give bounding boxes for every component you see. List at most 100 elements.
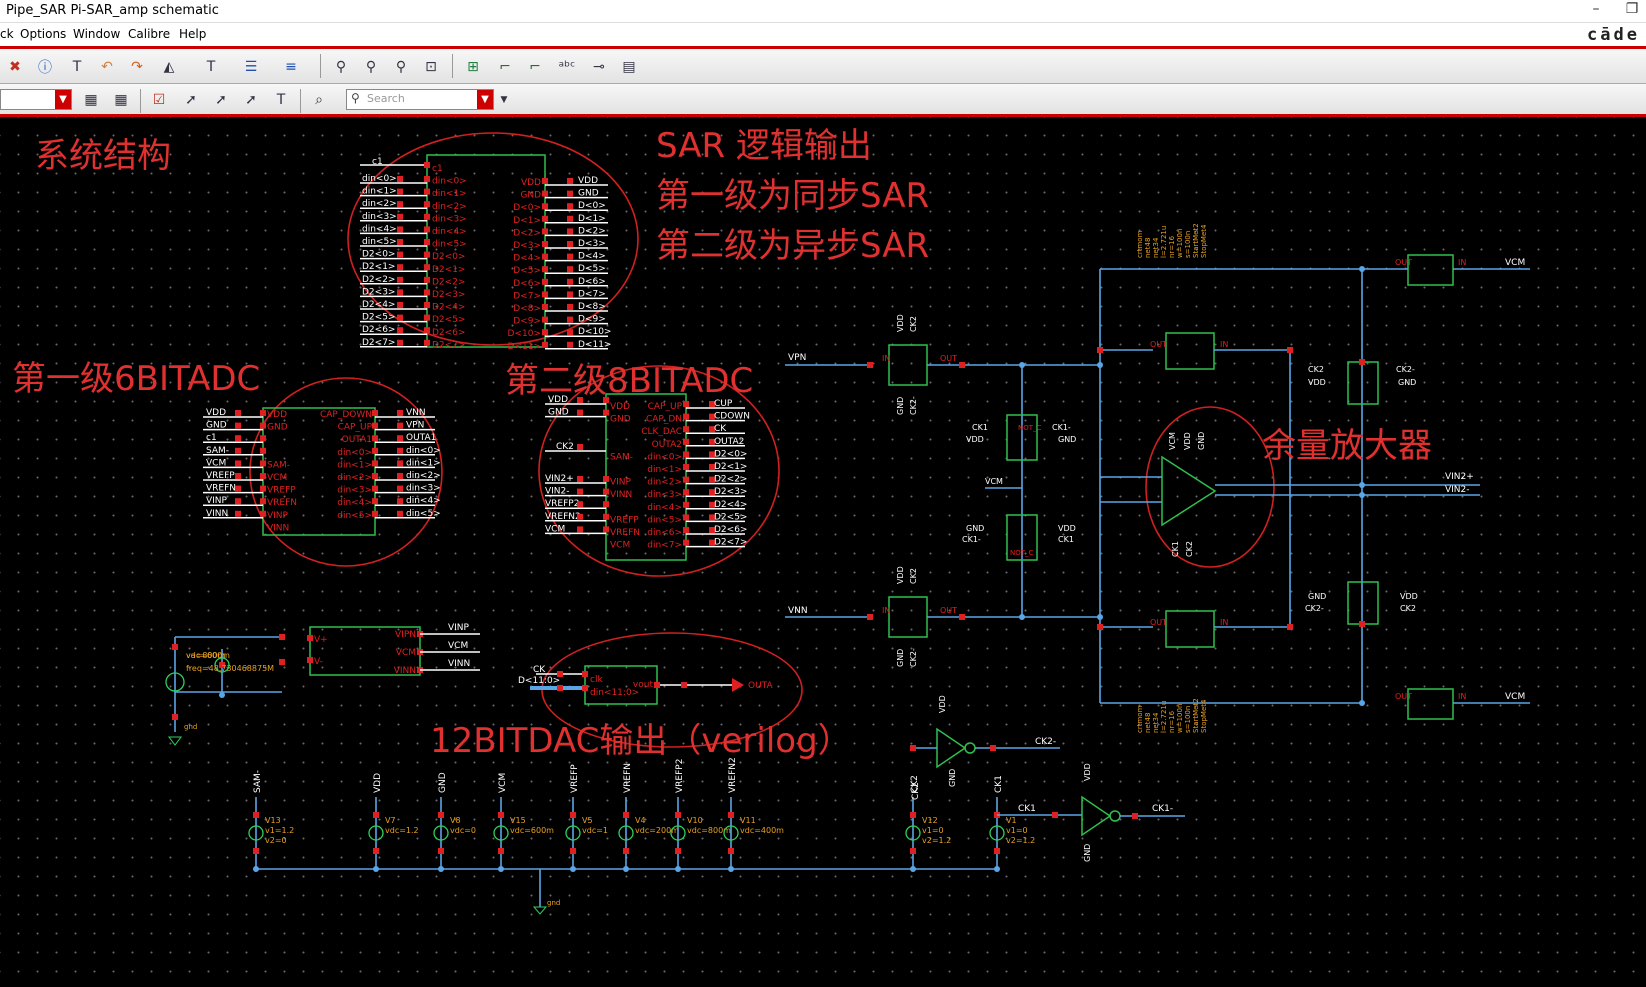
adc2-pin-label: din<5> — [647, 515, 682, 525]
pin-marker — [397, 188, 403, 195]
pin-marker — [867, 614, 873, 620]
note-stage2-adc: 第二级8BITADC — [505, 361, 754, 401]
distribute-icon[interactable]: ≡ — [278, 54, 304, 80]
zoom-in-icon[interactable]: ⚲ — [328, 54, 354, 80]
redo-icon[interactable]: ↷ — [124, 54, 150, 80]
chevron-down-icon[interactable]: ▼ — [477, 90, 493, 109]
balun-net-label: VINN — [448, 659, 470, 669]
inverter-net-label: VDD — [938, 695, 947, 713]
shape-icon[interactable]: ◭ — [156, 54, 182, 80]
select-icon[interactable]: ➚ — [178, 87, 204, 113]
switch-pin-label: IN — [1220, 340, 1228, 349]
undo-icon[interactable]: ↶ — [94, 54, 120, 80]
delete-icon[interactable]: ✖ — [2, 54, 28, 80]
note-icon[interactable]: ▤ — [616, 54, 642, 80]
search-input[interactable]: ⚲ Search ▼ — [346, 89, 494, 110]
wire-narrow-icon[interactable]: ⌐ — [522, 54, 548, 80]
select-text-icon[interactable]: T — [268, 87, 294, 113]
minimize-button[interactable]: – — [1582, 1, 1610, 17]
sar-pin-label: din<3> — [432, 214, 467, 224]
source-param-label: vdc=0 — [450, 826, 476, 835]
hierarchy-stop-icon[interactable]: ▦ — [108, 87, 134, 113]
adc2-pin-label: din<2> — [647, 478, 682, 488]
zoom-fit-icon[interactable]: ⚲ — [388, 54, 414, 80]
text-property-icon[interactable]: T — [64, 54, 90, 80]
pin-marker — [567, 341, 573, 348]
switch-pin-label: OUT — [1150, 340, 1167, 349]
wire-icon[interactable]: ⌐ — [492, 54, 518, 80]
pin-marker — [397, 327, 403, 334]
adc2-pin-label: VREFN — [610, 528, 640, 538]
align-icon[interactable]: ☰ — [238, 54, 264, 80]
menu-item-calibre[interactable]: Calibre — [128, 27, 170, 41]
adc2-pin-label: VINN — [610, 490, 632, 500]
pin-marker — [910, 848, 916, 854]
dac-pin-label: vout — [633, 680, 654, 690]
pin-marker — [235, 473, 241, 479]
switch-symbol — [1407, 688, 1454, 720]
front-net-label: CK1 — [1058, 535, 1074, 544]
pin-marker — [397, 422, 403, 429]
find-replace-icon[interactable]: ⌕ — [306, 87, 332, 113]
cap-param-label: StartMet2 — [1192, 223, 1200, 258]
adc1-net-label: din<5> — [406, 509, 441, 519]
info-icon[interactable]: ⓘ — [32, 54, 58, 80]
adc2-net-label: CK — [714, 424, 727, 434]
adc1-pin-label: VINN — [267, 523, 289, 533]
schematic-canvas[interactable]: c1 din<0> din<1> din<2> din<3> din<4> din<5> D2… — [0, 117, 1646, 987]
switch-pin-label: NOT_C — [1010, 549, 1034, 557]
pin-icon[interactable]: ⊸ — [586, 54, 612, 80]
source-net-label: VDD — [373, 773, 383, 793]
text-icon[interactable]: T — [198, 54, 224, 80]
pin-marker — [1097, 347, 1103, 353]
adc1-pin-label: din<4> — [337, 498, 372, 508]
chevron-down-icon[interactable]: ▼ — [55, 90, 71, 109]
pin-marker — [260, 447, 266, 454]
cap-param-label: w=100n — [1176, 704, 1184, 733]
amp-net-label: CK2 — [1185, 541, 1194, 557]
sar-pin-label: din<0> — [432, 177, 467, 187]
select-area-icon[interactable]: ➚ — [238, 87, 264, 113]
adc1-net-label: OUTA1 — [406, 433, 436, 443]
zoom-out-icon[interactable]: ⚲ — [358, 54, 384, 80]
note-sar-stage1: 第一级为同步SAR — [656, 176, 930, 216]
pin-marker — [683, 426, 689, 433]
sar-net-label: D<6> — [578, 277, 606, 287]
ground-symbol — [168, 736, 182, 746]
menu-item-check[interactable]: ck — [0, 27, 14, 41]
add-instance-icon[interactable]: ⊞ — [460, 54, 486, 80]
pin-marker — [397, 510, 403, 517]
balun-pin-label: VCM — [396, 648, 416, 658]
select-pointer-icon[interactable]: ➚ — [208, 87, 234, 113]
menu-item-help[interactable]: Help — [179, 27, 206, 41]
pin-marker — [260, 435, 266, 442]
pin-marker — [1287, 347, 1293, 353]
pin-marker — [1132, 813, 1138, 819]
dropdown-icon[interactable]: ▼ — [496, 87, 512, 113]
menu-item-window[interactable]: Window — [73, 27, 120, 41]
front-net-label: GND — [1058, 435, 1076, 444]
pin-marker — [557, 685, 563, 691]
pin-marker — [603, 409, 609, 416]
pin-marker — [542, 329, 548, 336]
maximize-button[interactable]: ❐ — [1618, 1, 1646, 17]
amp-net-label: GND — [1197, 432, 1206, 450]
cap-param-label: s=100n — [1184, 706, 1192, 733]
pin-marker — [397, 251, 403, 258]
pin-marker — [373, 812, 379, 818]
wire-junction — [1359, 482, 1365, 488]
hierarchy-icon[interactable]: ▦ — [78, 87, 104, 113]
switch-symbol — [1407, 254, 1454, 286]
pin-marker — [603, 476, 609, 482]
zoom-box-icon[interactable]: ⊡ — [418, 54, 444, 80]
view-combo[interactable]: ▼ — [0, 89, 72, 110]
source-param-label: vdc=600m — [510, 826, 554, 835]
balun-source-param: vdc=600m — [186, 651, 230, 660]
label-icon[interactable]: ᵃᵇᶜ — [554, 54, 580, 80]
pin-marker — [567, 241, 573, 247]
wire-junction — [373, 866, 379, 872]
sar-pin-label: D<4> — [513, 254, 541, 264]
check-save-icon[interactable]: ☑ — [146, 87, 172, 113]
menu-item-options[interactable]: Options — [20, 27, 66, 41]
pin-marker — [424, 239, 430, 245]
